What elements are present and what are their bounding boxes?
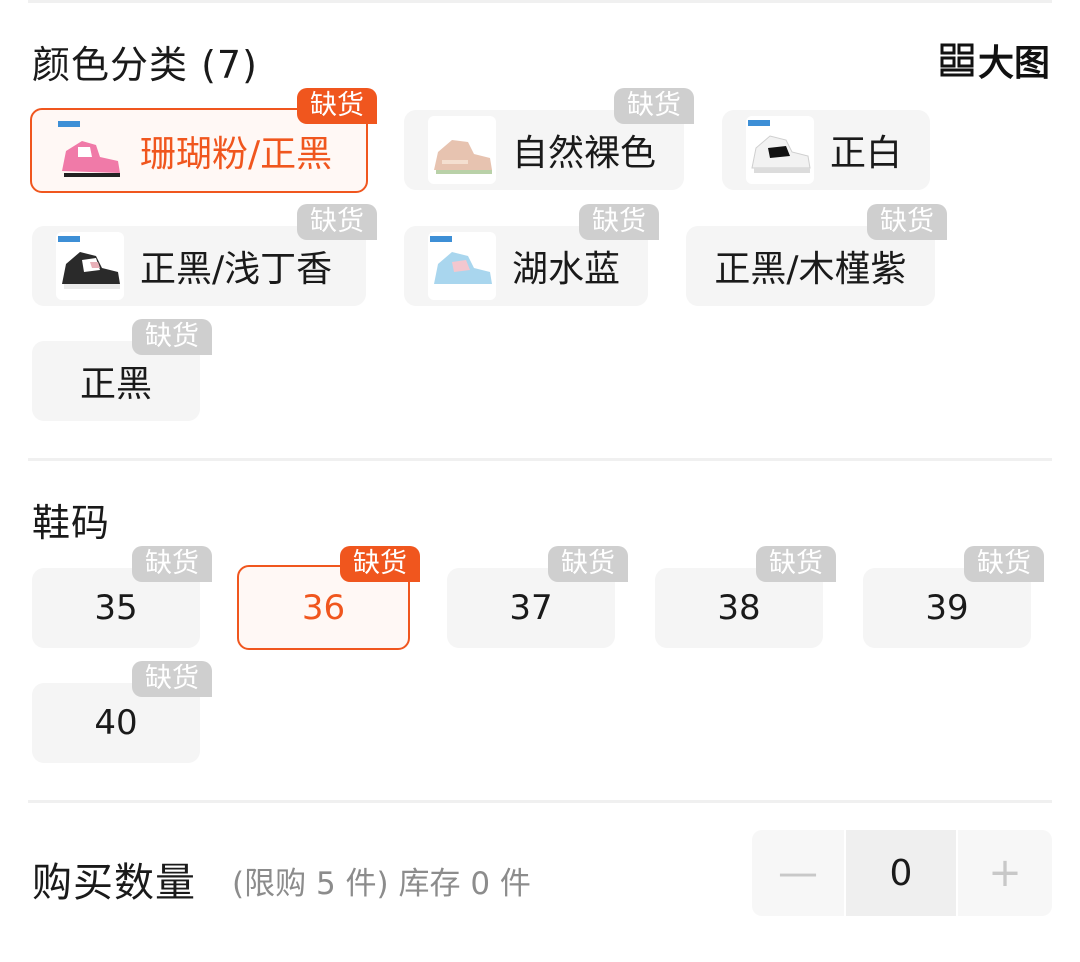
out-of-stock-badge: 缺货	[340, 546, 420, 582]
top-divider	[28, 0, 1052, 3]
shoe-thumbnail	[56, 232, 124, 300]
sku-selector-panel: 颜色分类 (7) 大图 珊瑚粉/正黑 缺货 自然裸色 缺货 正白 正黑/浅丁香 …	[0, 0, 1080, 962]
out-of-stock-badge: 缺货	[297, 88, 377, 124]
shoe-thumbnail	[428, 232, 496, 300]
color-option-white[interactable]: 正白	[722, 110, 930, 190]
color-option-label: 湖水蓝	[512, 249, 621, 290]
grid-icon	[940, 43, 974, 77]
decrement-button[interactable]: —	[752, 830, 844, 916]
size-option-label: 38	[717, 588, 761, 628]
size-option-label: 37	[509, 588, 553, 628]
section-divider	[28, 458, 1052, 461]
out-of-stock-badge: 缺货	[132, 319, 212, 355]
color-option-label: 正白	[830, 133, 903, 174]
out-of-stock-badge: 缺货	[132, 546, 212, 582]
big-image-label: 大图	[977, 43, 1050, 84]
out-of-stock-badge: 缺货	[548, 546, 628, 582]
color-section-title: 颜色分类 (7)	[32, 43, 258, 87]
color-option-label: 正黑/木槿紫	[714, 249, 907, 290]
size-option-label: 36	[301, 587, 346, 628]
color-option-label: 自然裸色	[512, 133, 657, 174]
color-option-label: 正黑/浅丁香	[140, 249, 333, 290]
size-option-label: 39	[925, 588, 969, 628]
color-option-label: 正黑	[79, 364, 152, 405]
quantity-limit-note: (限购 5 件) 库存 0 件	[232, 866, 531, 902]
shoe-thumbnail	[56, 116, 124, 185]
out-of-stock-badge: 缺货	[297, 204, 377, 240]
quantity-title: 购买数量	[32, 860, 196, 906]
section-divider	[28, 800, 1052, 803]
quantity-value[interactable]: 0	[846, 830, 956, 916]
out-of-stock-badge: 缺货	[579, 204, 659, 240]
out-of-stock-badge: 缺货	[964, 546, 1044, 582]
shoe-thumbnail	[428, 116, 496, 184]
out-of-stock-badge: 缺货	[614, 88, 694, 124]
out-of-stock-badge: 缺货	[867, 204, 947, 240]
color-option-label: 珊瑚粉/正黑	[140, 133, 333, 175]
increment-button[interactable]: +	[958, 830, 1052, 916]
size-option-label: 40	[94, 703, 138, 743]
size-section-title: 鞋码	[32, 501, 111, 545]
shoe-thumbnail	[746, 116, 814, 184]
out-of-stock-badge: 缺货	[756, 546, 836, 582]
out-of-stock-badge: 缺货	[132, 661, 212, 697]
big-image-button[interactable]: 大图	[940, 34, 1050, 86]
quantity-stepper: — 0 +	[752, 830, 1052, 916]
size-option-label: 35	[94, 588, 138, 628]
